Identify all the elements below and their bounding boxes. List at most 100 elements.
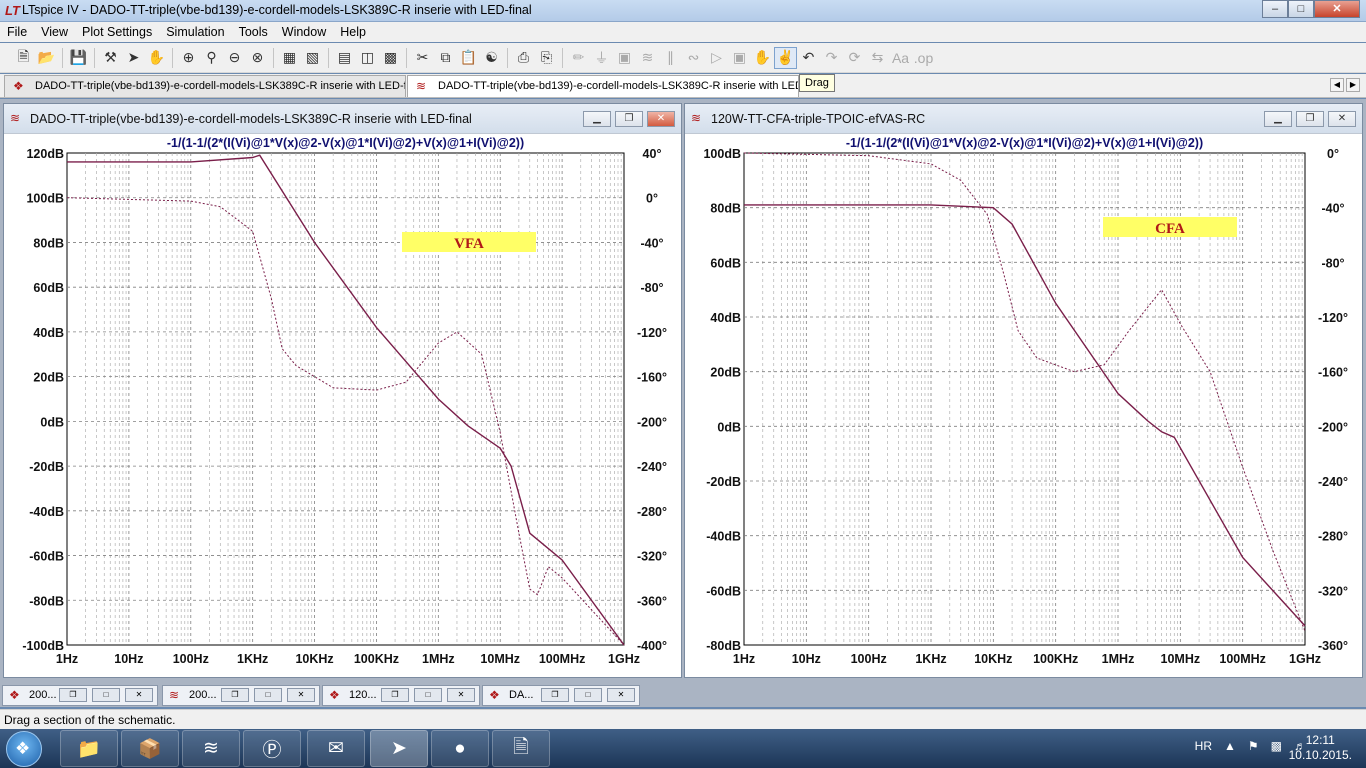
plot-window-title-bar[interactable]: ≋ DADO-TT-triple(vbe-bd139)-e-cordell-mo… [4,104,681,134]
menu-plot-settings[interactable]: Plot Settings [75,25,159,39]
undo-icon[interactable]: ↶ [797,47,820,69]
drag-icon[interactable]: ✌ [774,46,797,69]
start-button[interactable]: ❖ [6,731,42,767]
close-button[interactable]: ✕ [647,111,675,127]
tab-label: DADO-TT-triple(vbe-bd139)-e-cordell-mode… [35,80,406,92]
redo-icon[interactable]: ↷ [820,47,843,69]
run-icon[interactable]: ➤ [122,47,145,69]
open-icon[interactable]: 📂 [35,47,58,69]
print-setup-icon[interactable]: ⎙ [512,47,535,69]
close-button[interactable]: ✕ [1328,111,1356,127]
y-tick-label: -80dB [29,594,64,608]
tray-expand-icon[interactable]: ▲ [1224,739,1236,753]
restore-icon[interactable]: ❐ [381,688,409,702]
find-icon[interactable]: ☯ [480,47,503,69]
label-icon[interactable]: ▣ [613,47,636,69]
minimized-window[interactable]: ❖ 200... ❐ □ ✕ [2,685,158,706]
close-icon[interactable]: ✕ [287,688,315,702]
wire-icon[interactable]: ✏ [567,47,590,69]
minimize-button[interactable]: – [1262,0,1288,18]
maximize-icon[interactable]: □ [92,688,120,702]
menu-tools[interactable]: Tools [232,25,275,39]
resistor-icon[interactable]: ≋ [636,47,659,69]
tab-schematic[interactable]: ❖ DADO-TT-triple(vbe-bd139)-e-cordell-mo… [4,75,406,97]
ltspice-logo-icon: LT [5,3,20,18]
new-schematic-icon[interactable]: 🗎 [12,47,35,69]
cascade-icon[interactable]: ◫ [356,47,379,69]
menu-window[interactable]: Window [275,25,333,39]
halt-icon[interactable]: ✋ [145,47,168,69]
maximize-icon[interactable]: □ [414,688,442,702]
component-icon[interactable]: ▣ [728,47,751,69]
clock[interactable]: 12:11 10.10.2015. [1289,733,1352,763]
minimize-button[interactable]: ▁ [1264,111,1292,127]
trace-expression[interactable]: -1/(1-1/(2*(I(Vi)@1*V(x)@2-V(x)@1*I(Vi)@… [167,136,524,150]
zoom-pan-icon[interactable]: ⚲ [200,47,223,69]
package-icon[interactable]: 📦 [121,730,179,767]
paste-icon[interactable]: 📋 [457,47,480,69]
diode-icon[interactable]: ▷ [705,47,728,69]
print-icon[interactable]: ⎘ [535,47,558,69]
maximize-icon[interactable]: □ [254,688,282,702]
menu-view[interactable]: View [34,25,75,39]
measure-icon[interactable]: ▧ [301,47,324,69]
zoom-out-icon[interactable]: ⊖ [223,47,246,69]
media-icon[interactable]: ● [431,730,489,767]
bode-plot-cfa[interactable]: 1Hz 10Hz 100Hz 1KHz 10KHz 100KHz 1MHz 10MHz 100M… [685,135,1364,678]
restore-icon[interactable]: ❐ [541,688,569,702]
zoom-fit-icon[interactable]: ⊗ [246,47,269,69]
close-icon[interactable]: ✕ [607,688,635,702]
rotate-icon[interactable]: ⟳ [843,47,866,69]
network-icon[interactable]: ▩ [1271,739,1282,753]
oscilloscope-icon[interactable]: ≋ [182,730,240,767]
ground-icon[interactable]: ⏚ [590,47,613,69]
autorange-icon[interactable]: ▦ [278,47,301,69]
minimized-window[interactable]: ≋ 200... ❐ □ ✕ [162,685,320,706]
inductor-icon[interactable]: ∾ [682,47,705,69]
restore-icon[interactable]: ❐ [59,688,87,702]
outlook-icon[interactable]: ✉ [307,730,365,767]
copy-icon[interactable]: ⧉ [434,47,457,69]
annotation-label[interactable]: CFA [1155,221,1185,237]
minimize-button[interactable]: ▁ [583,111,611,127]
zoom-in-icon[interactable]: ⊕ [177,47,200,69]
capacitor-icon[interactable]: ∥ [659,47,682,69]
control-panel-icon[interactable]: ⚒ [99,47,122,69]
ltspice-icon[interactable]: ➤ [370,730,428,767]
action-center-icon[interactable]: ⚑ [1248,739,1259,753]
minimized-window[interactable]: ❖ 120... ❐ □ ✕ [322,685,480,706]
move-icon[interactable]: ✋ [751,47,774,69]
trace-expression[interactable]: -1/(1-1/(2*(I(Vi)@1*V(x)@2-V(x)@1*I(Vi)@… [846,136,1203,150]
restore-button[interactable]: ❐ [615,111,643,127]
menu-help[interactable]: Help [333,25,373,39]
spice-directive-icon[interactable]: .op [912,47,935,69]
x-tick-label: 100Hz [173,652,209,666]
tab-scroll-right-icon[interactable]: ▶ [1346,78,1360,92]
close-icon[interactable]: ✕ [447,688,475,702]
ie-icon[interactable]: Ⓟ [243,730,301,767]
plot-window-title-bar[interactable]: ≋ 120W-TT-CFA-triple-TPOIC-efVAS-RC ▁ ❐ … [685,104,1362,134]
tab-scroll-left-icon[interactable]: ◀ [1330,78,1344,92]
menu-simulation[interactable]: Simulation [159,25,231,39]
tile-icon[interactable]: ▩ [379,47,402,69]
text-icon[interactable]: Aa [889,47,912,69]
minimized-window[interactable]: ❖ DA... ❐ □ ✕ [482,685,640,706]
maximize-button[interactable]: □ [1288,0,1314,18]
mirror-icon[interactable]: ⇆ [866,47,889,69]
explorer-icon[interactable]: 📁 [60,730,118,767]
close-icon[interactable]: ✕ [125,688,153,702]
restore-icon[interactable]: ❐ [221,688,249,702]
tile-vertical-icon[interactable]: ▤ [333,47,356,69]
restore-button[interactable]: ❐ [1296,111,1324,127]
tab-plot[interactable]: ≋ DADO-TT-triple(vbe-bd139)-e-cordell-mo… [407,75,799,97]
maximize-icon[interactable]: □ [574,688,602,702]
bode-plot-vfa[interactable]: 1Hz 10Hz 100Hz 1KHz 10KHz 100KHz 1MHz 10MHz 100M… [4,135,683,678]
notepad-icon[interactable]: 🗎 [492,730,550,767]
save-icon[interactable]: 💾 [67,47,90,69]
close-button[interactable]: ✕ [1314,0,1360,18]
language-indicator[interactable]: HR [1195,739,1212,753]
annotation-label[interactable]: VFA [454,236,484,252]
cut-icon[interactable]: ✂ [411,47,434,69]
menu-file[interactable]: File [0,25,34,39]
y2-tick-label: -360° [637,594,667,608]
